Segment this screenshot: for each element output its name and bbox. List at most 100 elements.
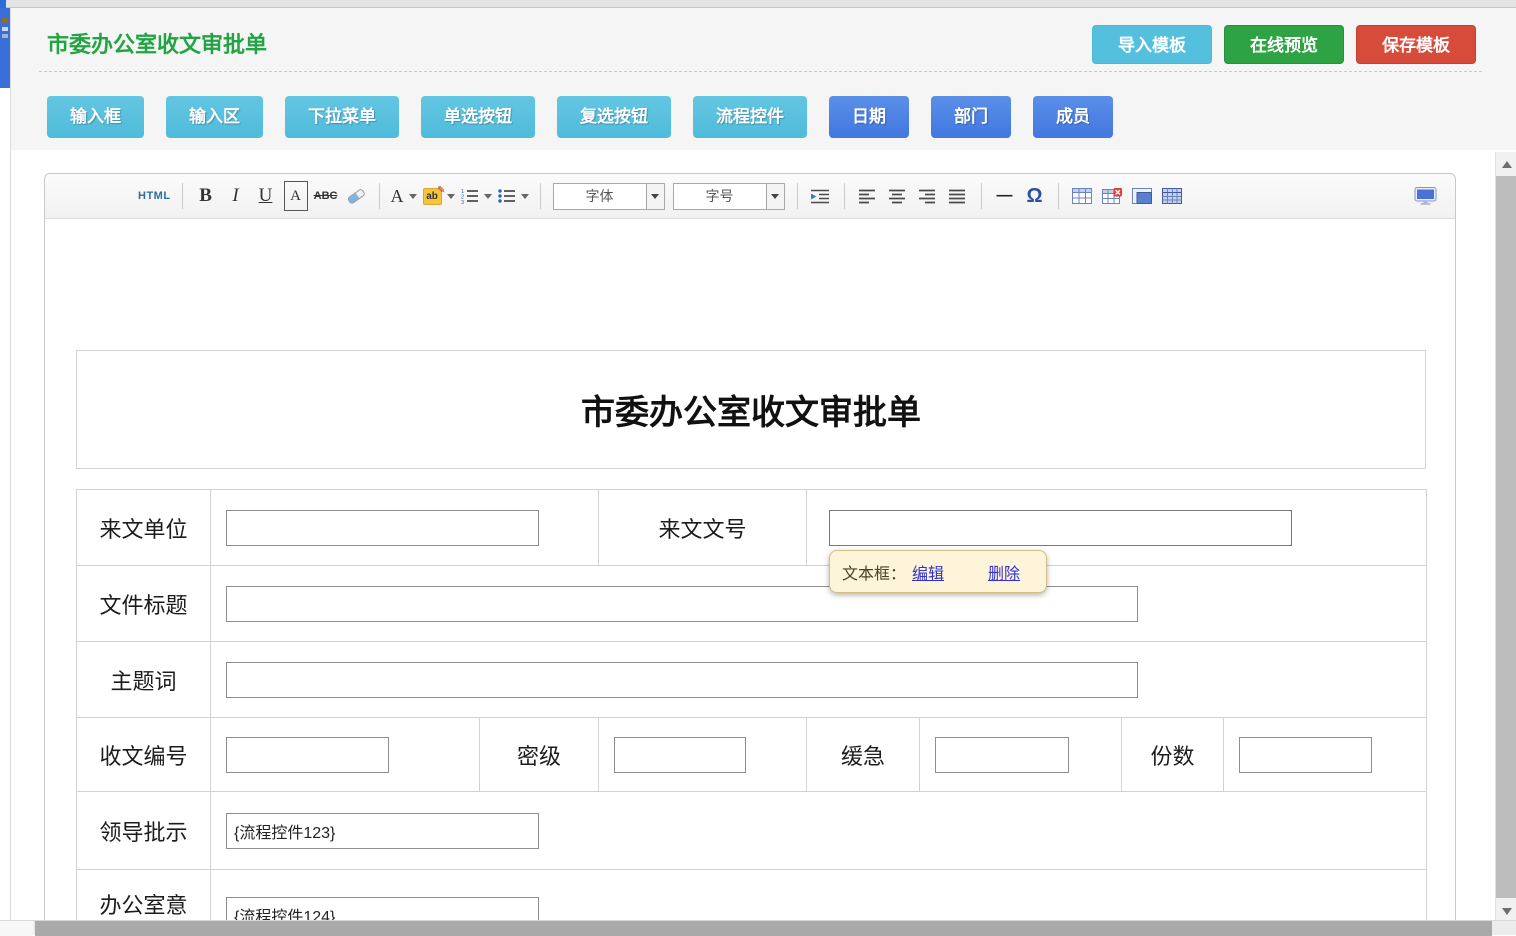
vertical-scrollbar[interactable] xyxy=(1495,152,1516,920)
toolbar-separator xyxy=(844,183,845,209)
secrecy-input[interactable] xyxy=(614,737,746,773)
table-row: 主题词 xyxy=(77,642,1427,718)
copies-input[interactable] xyxy=(1239,737,1372,773)
horizontal-rule-button[interactable]: — xyxy=(993,181,1017,211)
eraser-icon xyxy=(345,187,367,205)
align-center-icon xyxy=(889,189,906,204)
form-table: 来文单位 来文文号 文件标题 主题词 收文编号 密 xyxy=(76,489,1427,935)
doc-number-input[interactable] xyxy=(829,510,1292,546)
highlight-glyph: ab xyxy=(426,191,438,202)
insert-table-button[interactable] xyxy=(1070,181,1094,211)
align-justify-button[interactable] xyxy=(946,181,970,211)
align-left-button[interactable] xyxy=(856,181,880,211)
header: 市委办公室收文审批单 导入模板 在线预览 保存模板 输入框 输入区 下拉菜单 单… xyxy=(11,8,1516,150)
toolbar-separator xyxy=(797,183,798,209)
label-secrecy: 密级 xyxy=(480,718,599,792)
add-flow-control-button[interactable]: 流程控件 xyxy=(693,96,807,138)
top-window-bar xyxy=(0,0,1516,8)
leader-note-input[interactable] xyxy=(226,813,539,849)
urgency-input[interactable] xyxy=(935,737,1069,773)
cell-doc-title xyxy=(211,566,1427,642)
font-color-glyph: A xyxy=(391,186,404,207)
online-preview-button[interactable]: 在线预览 xyxy=(1224,25,1344,64)
scroll-down-arrow-icon[interactable] xyxy=(1496,904,1516,918)
label-urgency: 缓急 xyxy=(807,718,920,792)
delete-table-button[interactable] xyxy=(1100,181,1124,211)
edit-link[interactable]: 编辑 xyxy=(912,560,944,584)
left-panel-edge xyxy=(0,8,10,88)
font-family-value: 字体 xyxy=(554,186,646,206)
add-input-box-button[interactable]: 输入框 xyxy=(47,96,144,138)
toolbar-separator xyxy=(1058,183,1059,209)
chevron-down-icon xyxy=(521,194,529,199)
add-member-button[interactable]: 成员 xyxy=(1033,96,1113,138)
add-checkbox-button[interactable]: 复选按钮 xyxy=(557,96,671,138)
add-dropdown-button[interactable]: 下拉菜单 xyxy=(285,96,399,138)
dashed-divider xyxy=(39,71,1482,72)
special-char-button[interactable]: Ω xyxy=(1023,181,1047,211)
unordered-list-button[interactable] xyxy=(498,181,529,211)
chevron-down-icon xyxy=(409,194,417,199)
highlight-color-button[interactable]: ab ✎ xyxy=(423,181,455,211)
bold-button[interactable]: B xyxy=(194,181,218,211)
tooltip-label: 文本框： xyxy=(842,560,906,584)
label-doc-number: 来文文号 xyxy=(599,490,807,566)
chevron-down-icon xyxy=(646,184,664,209)
align-right-icon xyxy=(919,189,936,204)
format-eraser-button[interactable] xyxy=(344,181,368,211)
underline-button[interactable]: U xyxy=(254,181,278,211)
char-border-button[interactable]: A xyxy=(284,181,308,211)
add-radio-button[interactable]: 单选按钮 xyxy=(421,96,535,138)
font-family-select[interactable]: 字体 xyxy=(553,183,665,210)
chevron-down-icon xyxy=(766,184,784,209)
cell-copies xyxy=(1224,718,1427,792)
pencil-icon: ✎ xyxy=(437,185,445,196)
indent-icon xyxy=(811,189,830,204)
scroll-up-arrow-icon[interactable] xyxy=(1496,156,1516,172)
ordered-list-button[interactable]: 1 2 3 xyxy=(461,181,492,211)
horizontal-scrollbar[interactable] xyxy=(0,920,1516,935)
table-row: 收文编号 密级 缓急 份数 xyxy=(77,718,1427,792)
align-right-button[interactable] xyxy=(916,181,940,211)
fullscreen-button[interactable] xyxy=(1413,181,1437,211)
html-source-button[interactable]: HTML xyxy=(138,181,171,211)
indent-button[interactable] xyxy=(809,181,833,211)
cell-merge-button[interactable] xyxy=(1130,181,1154,211)
widget-button-row: 输入框 输入区 下拉菜单 单选按钮 复选按钮 流程控件 日期 部门 成员 xyxy=(47,96,1113,138)
align-justify-icon xyxy=(949,189,966,204)
table-props-button[interactable] xyxy=(1160,181,1184,211)
add-department-button[interactable]: 部门 xyxy=(931,96,1011,138)
table-row: 领导批示 xyxy=(77,792,1427,870)
keywords-input[interactable] xyxy=(226,662,1138,698)
source-unit-input[interactable] xyxy=(226,510,539,546)
add-textarea-button[interactable]: 输入区 xyxy=(166,96,263,138)
delete-link[interactable]: 删除 xyxy=(988,560,1020,584)
strikethrough-button[interactable]: ABC xyxy=(314,181,338,211)
form-title: 市委办公室收文审批单 xyxy=(581,385,921,434)
form-title-box[interactable]: 市委办公室收文审批单 xyxy=(76,350,1426,469)
font-size-value: 字号 xyxy=(674,186,766,206)
insert-table-icon xyxy=(1072,188,1092,204)
vertical-scrollbar-thumb[interactable] xyxy=(1496,176,1516,898)
scrollbar-corner xyxy=(0,921,33,936)
cell-secrecy xyxy=(599,718,807,792)
cell-receipt-no xyxy=(211,718,480,792)
widget-tooltip: 文本框： 编辑 删除 xyxy=(829,550,1047,593)
align-center-button[interactable] xyxy=(886,181,910,211)
save-template-button[interactable]: 保存模板 xyxy=(1356,25,1476,64)
ordered-list-icon: 1 2 3 xyxy=(461,188,479,204)
chevron-down-icon xyxy=(484,194,492,199)
add-date-button[interactable]: 日期 xyxy=(829,96,909,138)
receipt-no-input[interactable] xyxy=(226,737,389,773)
horizontal-scrollbar-thumb[interactable] xyxy=(35,921,1492,936)
label-source-unit: 来文单位 xyxy=(77,490,211,566)
label-keywords: 主题词 xyxy=(77,642,211,718)
import-template-button[interactable]: 导入模板 xyxy=(1092,25,1212,64)
italic-button[interactable]: I xyxy=(224,181,248,211)
label-receipt-no: 收文编号 xyxy=(77,718,211,792)
align-left-icon xyxy=(859,189,876,204)
font-size-select[interactable]: 字号 xyxy=(673,183,785,210)
editor-toolbar: HTML B I U A ABC A ab ✎ xyxy=(45,174,1455,219)
label-doc-title: 文件标题 xyxy=(77,566,211,642)
font-color-button[interactable]: A xyxy=(391,181,417,211)
